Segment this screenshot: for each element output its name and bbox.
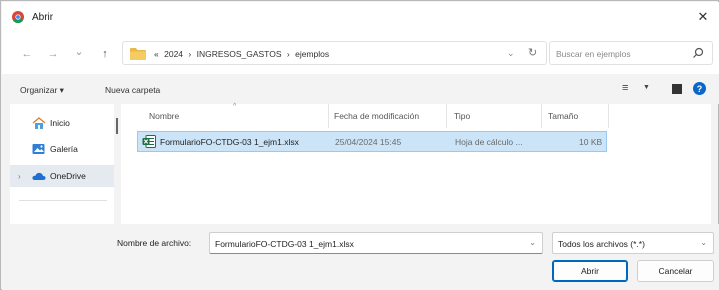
command-toolbar: Organizar ▾ Nueva carpeta ≡ ▼ ? — [2, 74, 719, 104]
column-header-modified[interactable]: Fecha de modificación — [334, 111, 419, 121]
expand-chevron-icon[interactable]: › — [18, 172, 21, 181]
column-divider[interactable] — [446, 104, 447, 128]
breadcrumb-item-ejemplos[interactable]: ejemplos — [295, 49, 329, 59]
search-placeholder: Buscar en ejemplos — [556, 49, 631, 59]
home-icon — [32, 117, 46, 129]
column-header-size[interactable]: Tamaño — [548, 111, 578, 121]
view-options-icon[interactable]: ≡ — [622, 82, 628, 94]
forward-icon[interactable]: → — [46, 47, 60, 61]
sidebar-item-galeria[interactable]: Galería — [10, 138, 114, 160]
window-title: Abrir — [32, 12, 54, 23]
help-icon[interactable]: ? — [693, 82, 706, 95]
search-input[interactable]: Buscar en ejemplos — [549, 41, 713, 65]
gallery-icon — [32, 144, 45, 154]
filename-value: FormularioFO-CTDG-03 1_ejm1.xlsx — [215, 239, 354, 249]
column-header-type[interactable]: Tipo — [454, 111, 470, 121]
column-divider[interactable] — [328, 104, 329, 128]
file-type-select[interactable]: Todos los archivos (*.*) ⌄ — [552, 232, 714, 254]
back-icon[interactable]: ← — [20, 47, 34, 61]
filename-input[interactable]: FormularioFO-CTDG-03 1_ejm1.xlsx ⌄ — [209, 232, 543, 254]
file-type: Hoja de cálculo ... — [455, 137, 523, 147]
open-file-dialog: Abrir ✕ ← → ⌄ ↑ « 2024 › INGRESOS_GASTOS… — [0, 0, 719, 290]
close-icon[interactable]: ✕ — [693, 7, 713, 27]
file-list: ^ Nombre Fecha de modificación Tipo Tama… — [121, 103, 711, 224]
navigation-bar: ← → ⌄ ↑ « 2024 › INGRESOS_GASTOS › ejemp… — [2, 32, 719, 74]
column-divider[interactable] — [608, 104, 609, 128]
up-folder-icon[interactable]: ↑ — [98, 47, 112, 61]
sidebar-item-label: Galería — [50, 144, 78, 154]
title-bar: Abrir ✕ — [2, 2, 719, 32]
refresh-icon[interactable]: ↻ — [528, 46, 537, 59]
sidebar-item-onedrive[interactable]: › OneDrive — [10, 165, 114, 187]
cancel-button[interactable]: Cancelar — [637, 260, 714, 282]
cloud-icon — [32, 172, 46, 180]
chevron-down-icon: ⌄ — [700, 238, 707, 247]
organize-menu-button[interactable]: Organizar ▾ — [20, 85, 64, 96]
folder-icon — [130, 48, 146, 60]
column-header-name[interactable]: Nombre — [149, 111, 179, 121]
preview-pane-icon[interactable] — [672, 84, 682, 94]
file-name: FormularioFO-CTDG-03 1_ejm1.xlsx — [160, 137, 299, 147]
breadcrumb-separator[interactable]: › — [188, 49, 191, 59]
breadcrumb-item-2024[interactable]: 2024 — [164, 49, 183, 59]
sidebar-item-label: OneDrive — [50, 171, 86, 181]
open-button[interactable]: Abrir — [552, 260, 628, 282]
excel-file-icon — [142, 135, 156, 148]
recent-locations-chevron-icon[interactable]: ⌄ — [72, 44, 86, 58]
sidebar-item-inicio[interactable]: Inicio — [10, 112, 114, 134]
breadcrumb: « 2024 › INGRESOS_GASTOS › ejemplos — [154, 49, 332, 59]
sidebar-item-label: Inicio — [50, 118, 70, 128]
sort-indicator-icon: ^ — [233, 103, 237, 110]
file-size: 10 KB — [579, 137, 603, 147]
search-icon — [693, 47, 704, 58]
pane-splitter-handle[interactable] — [116, 118, 118, 134]
breadcrumb-separator[interactable]: › — [287, 49, 290, 59]
new-folder-button[interactable]: Nueva carpeta — [105, 85, 160, 95]
column-divider[interactable] — [541, 104, 542, 128]
view-options-chevron-icon[interactable]: ▼ — [643, 84, 650, 91]
chrome-icon — [12, 11, 24, 23]
address-dropdown-icon[interactable]: ⌄ — [507, 48, 515, 59]
navigation-pane: Inicio Galería › OneDrive — [10, 104, 114, 224]
file-modified: 25/04/2024 15:45 — [335, 137, 402, 147]
file-row[interactable]: FormularioFO-CTDG-03 1_ejm1.xlsx 25/04/2… — [137, 131, 607, 152]
filename-history-chevron-icon[interactable]: ⌄ — [529, 238, 536, 247]
address-bar[interactable]: « 2024 › INGRESOS_GASTOS › ejemplos ⌄ ↻ — [122, 41, 547, 65]
file-type-value: Todos los archivos (*.*) — [558, 239, 645, 249]
dialog-footer: Nombre de archivo: FormularioFO-CTDG-03 … — [2, 224, 719, 290]
breadcrumb-overflow[interactable]: « — [154, 49, 159, 59]
sidebar-divider — [19, 200, 107, 201]
breadcrumb-item-ingresos-gastos[interactable]: INGRESOS_GASTOS — [197, 49, 282, 59]
filename-label: Nombre de archivo: — [117, 238, 192, 248]
